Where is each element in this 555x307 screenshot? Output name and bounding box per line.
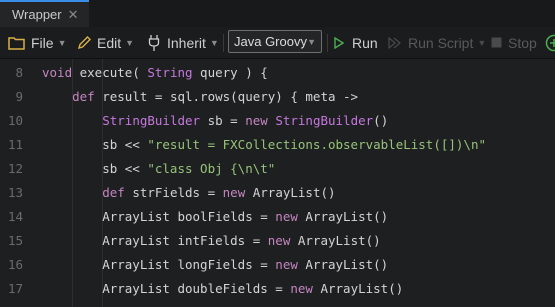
chevron-down-icon: ▼ [477,37,487,48]
code-line: 9 def result = sql.rows(query) { meta -> [0,85,555,109]
code-token: new [275,257,298,272]
code-token: "class Obj {\n\t" [147,161,276,176]
code-token: ArrayList longFields = [42,257,276,272]
plug-icon [148,34,160,52]
code-token: void [42,65,73,80]
chevron-down-icon: ▼ [307,37,316,47]
line-number: 16 [7,257,23,272]
language-value: Java Groovy [234,34,307,49]
line-number: 11 [7,137,23,152]
line-number: 13 [7,185,23,200]
code-text: ArrayList doubleFields = new ArrayList() [42,277,403,301]
code-token: query ) { [192,65,268,80]
code-text: def strFields = new ArrayList() [42,181,336,205]
code-line: 15 ArrayList intFields = new ArrayList() [0,229,555,253]
code-token: ArrayList intFields = [42,233,268,248]
language-select[interactable]: Java Groovy ▼ [228,30,322,53]
stop-button[interactable]: Stop [491,27,537,58]
tab-wrapper[interactable]: Wrapper ✕ [0,0,89,27]
code-token: ArrayList() [297,257,389,272]
code-token: new [267,233,291,248]
line-number: 9 [15,89,23,104]
code-text: def result = sql.rows(query) { meta -> [42,85,358,109]
code-token: result = sql.rows(query) { meta -> [94,89,359,104]
code-token: execute( [72,65,148,80]
play-icon [334,36,344,49]
code-text: StringBuilder sb = new StringBuilder() [42,109,388,133]
code-line: 13 def strFields = new ArrayList() [0,181,555,205]
run-script-button[interactable]: Run Script ▼ [388,27,486,58]
code-line: 10 StringBuilder sb = new StringBuilder(… [0,109,555,133]
tab-bar: Wrapper ✕ [0,0,555,27]
run-script-label: Run Script [408,34,474,51]
line-number: 14 [7,209,23,224]
chevron-down-icon: ▼ [125,37,135,48]
code-token: new [222,185,246,200]
code-token: strFields = [124,185,223,200]
tab-close-icon[interactable]: ✕ [68,7,79,23]
code-text: ArrayList intFields = new ArrayList() [42,229,381,253]
stop-label: Stop [508,34,537,51]
run-label: Run [352,34,378,51]
code-line: 17 ArrayList doubleFields = new ArrayLis… [0,277,555,301]
code-token: new [290,281,313,296]
line-number: 15 [7,233,23,248]
code-token: ArrayList boolFields = [42,209,276,224]
code-token: sb << [42,161,148,176]
code-line: 8 void execute( String query ) { [0,61,555,85]
code-editor[interactable]: 8 void execute( String query ) {9 def res… [0,59,555,307]
code-token: ArrayList() [297,209,389,224]
code-line: 11 sb << "result = FXCollections.observa… [0,133,555,157]
run-script-icon [388,36,402,49]
stop-icon [491,37,502,48]
code-token: new [245,113,268,128]
code-text: void execute( String query ) { [42,61,268,85]
code-token: StringBuilder [275,113,374,128]
folder-icon [8,36,25,50]
line-number: 8 [15,65,23,80]
code-token: StringBuilder [102,113,201,128]
code-line: 12 sb << "class Obj {\n\t" [0,157,555,181]
tab-title: Wrapper [12,7,62,22]
file-label: File [31,34,54,51]
code-text: ArrayList longFields = new ArrayList() [42,253,388,277]
inherit-label: Inherit [167,34,206,51]
code-token: sb = [200,113,246,128]
add-icon[interactable] [545,27,555,58]
code-line: 14 ArrayList boolFields = new ArrayList(… [0,205,555,229]
toolbar-divider [223,34,224,52]
code-text: sb << "class Obj {\n\t" [42,157,275,181]
code-text: ArrayList boolFields = new ArrayList() [42,205,388,229]
code-token: ArrayList doubleFields = [42,281,291,296]
code-token: String [147,65,193,80]
chevron-down-icon: ▼ [209,37,219,48]
line-number: 17 [7,281,23,296]
toolbar-divider [327,34,328,52]
pencil-icon [76,35,92,51]
code-token: new [275,209,298,224]
code-text: sb << "result = FXCollections.observable… [42,133,486,157]
run-button[interactable]: Run [334,27,378,58]
code-token: ArrayList() [245,185,336,200]
code-line: 16 ArrayList longFields = new ArrayList(… [0,253,555,277]
file-menu[interactable]: File ▼ [8,27,66,58]
code-token: "result = FXCollections.observableList([… [147,137,487,152]
code-token: ArrayList() [312,281,404,296]
code-token: ArrayList() [290,233,381,248]
code-token: () [373,113,389,128]
code-token: sb << [42,137,148,152]
edit-menu[interactable]: Edit ▼ [76,27,134,58]
chevron-down-icon: ▼ [57,37,67,48]
line-number: 12 [7,161,23,176]
inherit-menu[interactable]: Inherit ▼ [148,27,219,58]
edit-label: Edit [97,34,122,51]
line-number: 10 [7,113,23,128]
code-token: def [102,185,125,200]
code-token: def [72,89,95,104]
